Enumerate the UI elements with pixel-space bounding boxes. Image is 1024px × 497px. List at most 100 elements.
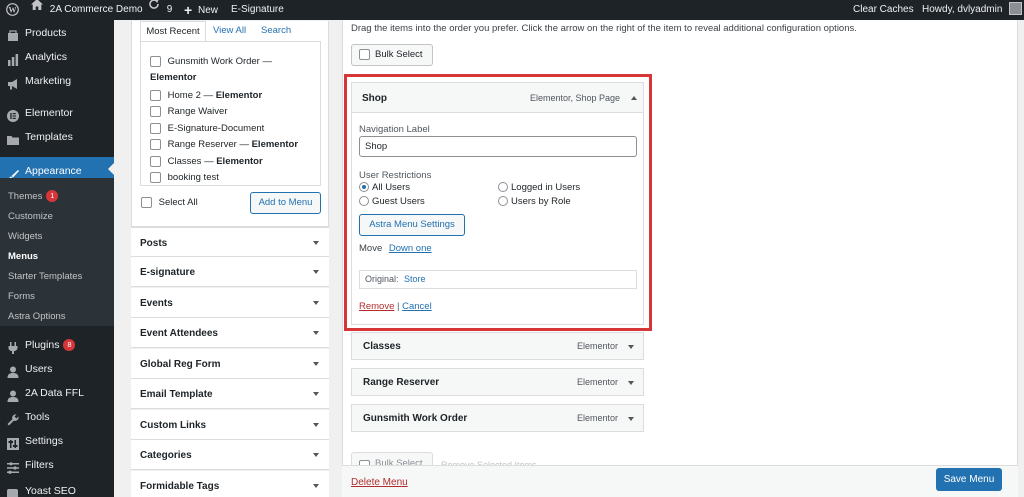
folder-icon [7,131,19,145]
site-home-link[interactable]: 2A Commerce Demo [31,0,143,20]
menu-item-yoast-seo[interactable]: Yoast SEO [0,479,114,497]
home-icon [31,0,43,18]
chevron-down-icon[interactable] [628,417,634,421]
submenu-item-customize[interactable]: Customize [8,207,53,227]
yoast-icon [7,485,19,497]
list-item[interactable]: booking test [150,172,219,183]
accordion-event-attendees[interactable]: Event Attendees [131,318,329,348]
menu-item-elementor[interactable]: Elementor [0,101,114,125]
menu-item-users[interactable]: Users [0,357,114,381]
clear-caches-link[interactable]: Clear Caches [853,0,914,20]
astra-menu-settings-button[interactable]: Astra Menu Settings [359,214,465,236]
bulk-select-checkbox[interactable] [359,48,370,60]
submenu-item-themes[interactable]: Themes 1 [8,187,59,207]
list-item[interactable]: Range Reserver — Elementor [150,139,298,150]
submenu-item-menus[interactable]: Menus [8,247,38,267]
menu-item-marketing[interactable]: Marketing [0,69,114,93]
plugins-update-badge: 8 [63,339,76,352]
radio-logged-in-users[interactable]: Logged in Users [498,182,580,193]
chevron-down-icon [313,241,319,245]
radio-guest-users[interactable]: Guest Users [359,196,425,207]
chevron-down-icon[interactable] [628,381,634,385]
remove-selected-link[interactable]: Remove Selected Items [441,457,537,465]
save-menu-button[interactable]: Save Menu [936,468,1002,491]
radio-button[interactable] [359,182,369,193]
original-store-link[interactable]: Store [404,274,426,284]
page-checkbox[interactable] [150,172,161,183]
menu-item-analytics[interactable]: Analytics [0,45,114,69]
move-down-one-link[interactable]: Down one [389,243,432,254]
page-checkbox[interactable] [150,123,161,134]
menu-item-filters[interactable]: Filters [0,453,114,477]
list-item[interactable]: Classes — Elementor [150,156,263,167]
menu-item-shop-header[interactable]: Shop Elementor, Shop Page [352,83,643,113]
menu-label: Elementor [25,107,73,119]
page-checkbox[interactable] [150,156,161,167]
accordion-custom-links[interactable]: Custom Links [131,410,329,440]
radio-users-by-role[interactable]: Users by Role [498,196,571,207]
chevron-down-icon[interactable] [628,345,634,349]
paintbrush-icon [7,165,19,182]
remove-link[interactable]: Remove [359,301,394,312]
menu-item-products[interactable]: Products [0,21,114,45]
select-all[interactable]: Select All [141,197,198,208]
accordion-global-reg-form[interactable]: Global Reg Form [131,349,329,379]
tab-view-all[interactable]: View All [213,21,246,41]
filters-icon [7,459,19,474]
original-link-box: Original: Store [359,270,637,289]
updates-link[interactable]: 9 [148,0,172,20]
menu-item-gunsmith-work-order[interactable]: Gunsmith Work Order Elementor [351,404,644,432]
radio-all-users[interactable]: All Users [359,182,410,193]
list-item[interactable]: Range Waiver [150,106,227,117]
page-checkbox[interactable] [150,106,161,117]
list-item[interactable]: E-Signature-Document [150,123,264,134]
menu-item-tools[interactable]: Tools [0,405,114,429]
submenu-label: Themes [8,191,43,202]
select-all-checkbox[interactable] [141,197,152,208]
menu-item-range-reserver[interactable]: Range Reserver Elementor [351,368,644,396]
menu-item-2a-data-ffl[interactable]: 2A Data FFL [0,381,114,405]
person-icon [7,387,19,402]
page-checkbox[interactable] [150,56,161,67]
tab-search[interactable]: Search [261,21,291,41]
list-item[interactable]: Home 2 — Elementor [150,90,262,101]
menu-item-templates[interactable]: Templates [0,125,114,149]
bottom-bulk-select[interactable]: Bulk Select [351,452,433,466]
cancel-link[interactable]: Cancel [402,301,432,312]
wordpress-logo-icon[interactable]: W [6,0,20,20]
menu-item-settings[interactable]: Settings [0,429,114,453]
menu-item-classes[interactable]: Classes Elementor [351,332,644,360]
new-content-link[interactable]: + New [184,0,218,20]
accordion-formidable-tags[interactable]: Formidable Tags [131,471,329,497]
navigation-label-input[interactable] [359,136,637,157]
accordion-e-signature[interactable]: E-signature [131,257,329,287]
submenu-item-astra-options[interactable]: Astra Options [8,307,66,327]
esignature-link[interactable]: E-Signature [231,0,284,20]
pages-panel: Most Recent View All Search Gunsmith Wor… [131,21,329,227]
accordion-posts[interactable]: Posts [131,227,329,257]
delete-menu-link[interactable]: Delete Menu [351,477,408,488]
radio-button[interactable] [498,196,508,207]
page-checkbox[interactable] [150,90,161,101]
menu-item-plugins[interactable]: Plugins 8 [0,333,114,357]
chevron-up-icon[interactable] [631,96,637,100]
account-menu[interactable]: Howdy, dvlyadmin [922,0,1023,20]
chevron-down-icon [313,362,319,366]
accordion-categories[interactable]: Categories [131,440,329,470]
submenu-item-starter-templates[interactable]: Starter Templates [8,267,82,287]
list-item[interactable]: Gunsmith Work Order — Elementor [150,56,320,83]
radio-button[interactable] [359,196,369,207]
menu-item-type: Elementor, Shop Page [530,93,621,103]
chevron-down-icon [313,423,319,427]
tab-most-recent[interactable]: Most Recent [140,21,206,41]
submenu-item-forms[interactable]: Forms [8,287,35,307]
submenu-item-widgets[interactable]: Widgets [8,227,42,247]
analytics-icon [7,51,19,66]
bulk-select-button[interactable]: Bulk Select [351,44,433,66]
radio-button[interactable] [498,182,508,193]
accordion-events[interactable]: Events [131,288,329,318]
page-checkbox[interactable] [150,139,161,150]
add-to-menu-button[interactable]: Add to Menu [250,192,321,214]
chevron-down-icon [313,484,319,488]
accordion-email-template[interactable]: Email Template [131,379,329,409]
